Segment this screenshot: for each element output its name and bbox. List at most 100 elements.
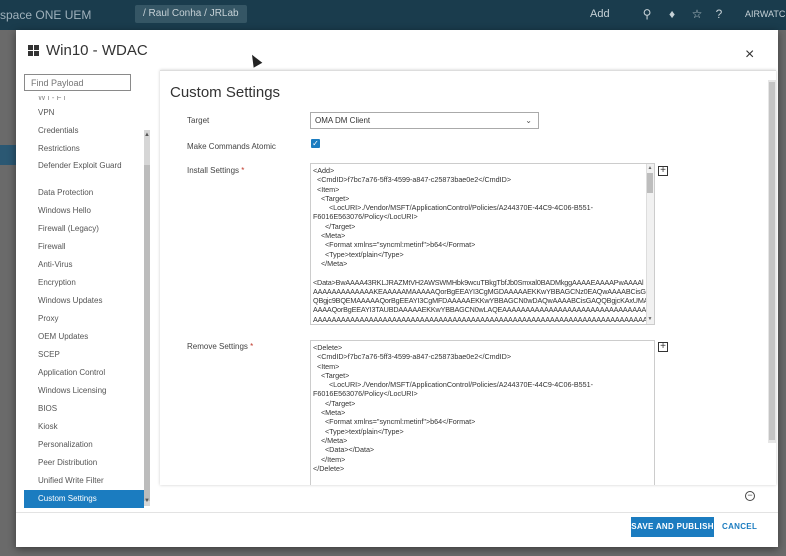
modal-title: Win10 - WDAC xyxy=(46,42,148,59)
mouse-cursor-icon xyxy=(247,52,263,68)
target-label: Target xyxy=(187,116,210,125)
code-line: F6016E563076/Policy</LocURI> xyxy=(313,389,418,399)
code-line: </Meta> xyxy=(313,258,348,268)
payload-list: W i - F i VPN Credentials Restrictions D… xyxy=(24,96,144,508)
target-select[interactable]: OMA DM Client ⌄ xyxy=(310,112,539,129)
search-icon[interactable]: ⚲ xyxy=(640,7,654,21)
scroll-down-icon[interactable]: ▼ xyxy=(647,315,653,324)
sidebar-item-custom-settings[interactable]: Custom Settings xyxy=(24,490,144,508)
code-line: <Type>text/plain</Type> xyxy=(313,426,404,436)
install-scroll-thumb[interactable] xyxy=(647,173,653,193)
sidebar-item-wifi-partial[interactable]: W i - F i xyxy=(24,96,144,104)
sidebar-item-windows-updates[interactable]: Windows Updates xyxy=(24,292,144,310)
code-line: <Data>BwAAAA43RKLJRAZMtVH2AWSWMHbk9wcuTB… xyxy=(313,277,644,287)
required-mark: * xyxy=(241,166,245,175)
sidebar-item-credentials[interactable]: Credentials xyxy=(24,122,144,140)
code-line: <Meta> xyxy=(313,231,346,241)
add-menu[interactable]: Add xyxy=(590,8,610,20)
sidebar-item-proxy[interactable]: Proxy xyxy=(24,310,144,328)
code-line: <Target> xyxy=(313,370,350,380)
sidebar-item-peer-distribution[interactable]: Peer Distribution xyxy=(24,454,144,472)
sidebar-item-unified-write-filter[interactable]: Unified Write Filter xyxy=(24,472,144,490)
chevron-down-icon: ⌄ xyxy=(525,116,532,125)
required-mark: * xyxy=(250,342,254,351)
cancel-button[interactable]: CANCEL xyxy=(722,517,757,537)
install-settings-label: Install Settings * xyxy=(187,166,244,175)
custom-settings-panel: Custom Settings Target OMA DM Client ⌄ M… xyxy=(160,70,776,485)
save-and-publish-button[interactable]: SAVE AND PUBLISH xyxy=(631,517,714,537)
brand-text: space ONE UEM xyxy=(0,8,92,22)
code-line: <Item> xyxy=(313,184,340,194)
sidebar-item-firewall-legacy[interactable]: Firewall (Legacy) xyxy=(24,220,144,238)
install-settings-textarea[interactable]: <Add> <CmdID>f7bc7a76-5ff3-4599-a847-c25… xyxy=(310,163,655,325)
code-line: <LocURI>./Vendor/MSFT/ApplicationControl… xyxy=(313,203,594,213)
code-line: <Item> xyxy=(313,361,340,371)
user-menu[interactable]: AIRWATCH xyxy=(745,9,786,19)
code-line: <Type>text/plain</Type> xyxy=(313,249,404,259)
sidebar-item-application-control[interactable]: Application Control xyxy=(24,364,144,382)
code-line: <CmdID>f7bc7a76-5ff3-4599-a847-c25873bae… xyxy=(313,175,512,185)
atomic-checkbox[interactable]: ✓ xyxy=(311,139,320,148)
sidebar-item-vpn[interactable]: VPN xyxy=(24,104,144,122)
remove-settings-label: Remove Settings * xyxy=(187,342,253,351)
remove-settings-textarea[interactable]: <Delete> <CmdID>f7bc7a76-5ff3-4599-a847-… xyxy=(310,340,655,485)
code-line: </Target> xyxy=(313,398,356,408)
atomic-label: Make Commands Atomic xyxy=(187,142,276,151)
section-title: Custom Settings xyxy=(170,84,281,101)
sidebar-item-data-protection[interactable]: Data Protection xyxy=(24,184,144,202)
scroll-up-icon[interactable]: ▲ xyxy=(647,164,653,173)
content-scroll-thumb[interactable] xyxy=(769,82,775,440)
code-line: <Format xmlns="syncml:metinf">b64</Forma… xyxy=(313,417,476,427)
code-line: <Delete> xyxy=(313,343,343,352)
code-line: AAAAQorBgEEAYI3TAUBDAAAAAEKKwYBBAGCN0wLA… xyxy=(313,305,655,315)
sidebar-item-kiosk[interactable]: Kiosk xyxy=(24,418,144,436)
sidebar-scroll-thumb[interactable] xyxy=(144,165,150,501)
sidebar-item-restrictions[interactable]: Restrictions xyxy=(24,140,144,158)
code-line: <Format xmlns="syncml:metinf">b64</Forma… xyxy=(313,240,476,250)
target-value: OMA DM Client xyxy=(315,116,371,125)
code-line: AAAAAAAAAAAAAAAAAAAAAAAAAAAAAAAAAAAAAAAA… xyxy=(313,314,655,324)
sidebar-item-windows-licensing[interactable]: Windows Licensing xyxy=(24,382,144,400)
code-line: </Meta> xyxy=(313,435,348,445)
code-line: <CmdID>f7bc7a76-5ff3-4599-a847-c25873bae… xyxy=(313,352,512,362)
sidebar-item-personalization[interactable]: Personalization xyxy=(24,436,144,454)
org-selector[interactable]: / Raul Conha / JRLab xyxy=(135,5,247,23)
windows-icon xyxy=(28,45,40,57)
code-line: <Target> xyxy=(313,193,350,203)
sidebar-item-defender-exploit-guard[interactable]: Defender Exploit Guard xyxy=(24,158,144,184)
footer-divider xyxy=(16,512,778,513)
install-settings-content: <Add> <CmdID>f7bc7a76-5ff3-4599-a847-c25… xyxy=(313,166,655,324)
sidebar-item-scep[interactable]: SCEP xyxy=(24,346,144,364)
sidebar-item-bios[interactable]: BIOS xyxy=(24,400,144,418)
star-icon[interactable]: ☆ xyxy=(690,7,704,21)
add-remove-setting-button[interactable]: + xyxy=(658,342,668,352)
payload-sidebar: W i - F i VPN Credentials Restrictions D… xyxy=(16,70,156,510)
sidebar-item-oem-updates[interactable]: OEM Updates xyxy=(24,328,144,346)
close-icon[interactable]: × xyxy=(745,47,754,63)
install-settings-label-text: Install Settings xyxy=(187,166,240,175)
scroll-up-icon[interactable]: ▲ xyxy=(144,132,150,138)
code-line: </Delete> xyxy=(313,463,345,473)
code-line: AAAAAAAAAAAAAKEAAAAAMAAAAAQorBgEEAYI3CgM… xyxy=(313,286,655,296)
find-payload-input[interactable] xyxy=(24,74,131,91)
collapse-icon[interactable]: − xyxy=(745,491,755,501)
help-icon[interactable]: ? xyxy=(712,7,726,21)
add-install-setting-button[interactable]: + xyxy=(658,166,668,176)
scroll-down-icon[interactable]: ▼ xyxy=(144,498,150,504)
code-line: QBgjc9BQEMAAAAAQorBgEEAYI3CgMFDAAAAAEKKw… xyxy=(313,296,649,306)
code-line: <LocURI>./Vendor/MSFT/ApplicationControl… xyxy=(313,380,594,390)
modal-header: Win10 - WDAC × xyxy=(16,30,778,70)
sidebar-item-firewall[interactable]: Firewall xyxy=(24,238,144,256)
sidebar-item-windows-hello[interactable]: Windows Hello xyxy=(24,202,144,220)
sidebar-item-anti-virus[interactable]: Anti-Virus xyxy=(24,256,144,274)
code-line: <Meta> xyxy=(313,408,346,418)
code-line: </Target> xyxy=(313,221,356,231)
sidebar-item-encryption[interactable]: Encryption xyxy=(24,274,144,292)
notifications-icon[interactable]: ♦ xyxy=(665,7,679,21)
code-line: <Data></Data> xyxy=(313,445,375,455)
code-line: <Add> xyxy=(313,166,335,175)
remove-settings-label-text: Remove Settings xyxy=(187,342,248,351)
install-scrollbar[interactable]: ▲ ▼ xyxy=(646,164,654,324)
remove-settings-content: <Delete> <CmdID>f7bc7a76-5ff3-4599-a847-… xyxy=(313,343,652,473)
